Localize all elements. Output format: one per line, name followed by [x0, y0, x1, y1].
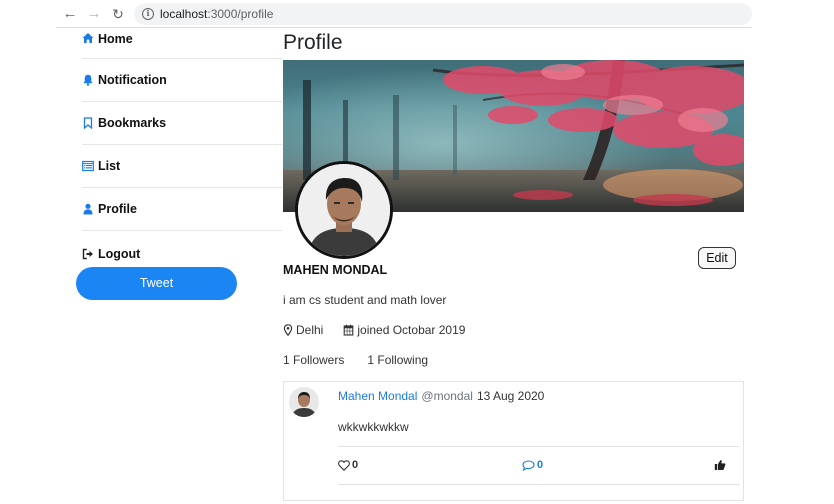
tweet-bottom-divider — [338, 484, 740, 485]
logout-label: Logout — [98, 247, 141, 261]
browser-toolbar: ← → ↻ i localhost:3000/profile — [56, 0, 752, 28]
joined-text: joined Octobar 2019 — [357, 323, 466, 337]
address-bar[interactable]: i localhost:3000/profile — [134, 3, 752, 25]
sidebar-item-home[interactable]: Home — [82, 28, 282, 59]
sidebar-item-label: Profile — [98, 202, 137, 216]
back-arrow-icon[interactable]: ← — [62, 5, 78, 23]
sidebar-item-label: Bookmarks — [98, 116, 167, 130]
profile-name: MAHEN MONDAL — [283, 263, 388, 277]
heart-icon — [338, 459, 350, 471]
profile-avatar — [295, 161, 393, 259]
tweet-header: Mahen Mondal @mondal 13 Aug 2020 — [338, 389, 544, 403]
reply-action[interactable]: 0 — [522, 459, 543, 471]
user-icon — [83, 203, 93, 215]
sidebar-item-label: Notification — [98, 73, 167, 87]
follow-stats: 1 Followers 1 Following — [283, 353, 428, 367]
tweet-author-name[interactable]: Mahen Mondal — [338, 389, 417, 403]
profile-bio: i am cs student and math lover — [283, 293, 447, 307]
page-title: Profile — [283, 31, 343, 54]
like-count: 0 — [352, 459, 359, 471]
tweet-author-handle: @mondal — [421, 389, 473, 403]
reply-count: 0 — [537, 459, 544, 471]
tweet-author-photo — [289, 387, 319, 417]
tweet-divider — [338, 446, 740, 447]
bell-icon — [83, 74, 93, 86]
home-icon — [82, 33, 94, 43]
tweet-date: 13 Aug 2020 — [476, 389, 545, 403]
profile-photo — [298, 164, 390, 256]
calendar-icon — [344, 324, 354, 336]
tweet-card: Mahen Mondal @mondal 13 Aug 2020 wkkwkkw… — [283, 381, 744, 501]
sidebar-item-bookmarks[interactable]: Bookmarks — [82, 102, 282, 145]
sidebar-item-notification[interactable]: Notification — [82, 59, 282, 102]
sidebar: Home Notification Bookmarks List Profile — [82, 28, 282, 231]
thumbs-up-action[interactable] — [714, 459, 728, 471]
followers-link[interactable]: 1 Followers — [283, 353, 344, 367]
profile-meta: Delhi joined Octobar 2019 — [283, 323, 465, 337]
sidebar-item-label: List — [98, 159, 121, 173]
tweet-actions: 0 0 — [338, 457, 740, 475]
sidebar-item-label: Home — [98, 32, 133, 46]
location-pin-icon — [283, 324, 293, 336]
tweet-text: wkkwkkwkkw — [338, 420, 409, 434]
tweet-button[interactable]: Tweet — [76, 267, 237, 300]
following-link[interactable]: 1 Following — [367, 353, 428, 367]
edit-profile-button[interactable]: Edit — [698, 247, 736, 269]
reload-icon[interactable]: ↻ — [110, 5, 126, 23]
bookmark-icon — [83, 117, 93, 129]
forward-arrow-icon[interactable]: → — [86, 5, 102, 23]
tweet-author-avatar[interactable] — [289, 387, 319, 417]
like-action[interactable]: 0 — [338, 459, 358, 471]
thumbs-up-icon — [714, 460, 726, 470]
sidebar-item-list[interactable]: List — [82, 145, 282, 188]
location-text: Delhi — [296, 323, 324, 337]
url-text: localhost:3000/profile — [160, 7, 274, 21]
sidebar-item-profile[interactable]: Profile — [82, 188, 282, 231]
logout-link[interactable]: Logout — [82, 247, 140, 261]
logout-icon — [82, 248, 93, 260]
comment-icon — [522, 459, 535, 471]
info-icon[interactable]: i — [142, 8, 154, 20]
list-icon — [82, 160, 94, 172]
